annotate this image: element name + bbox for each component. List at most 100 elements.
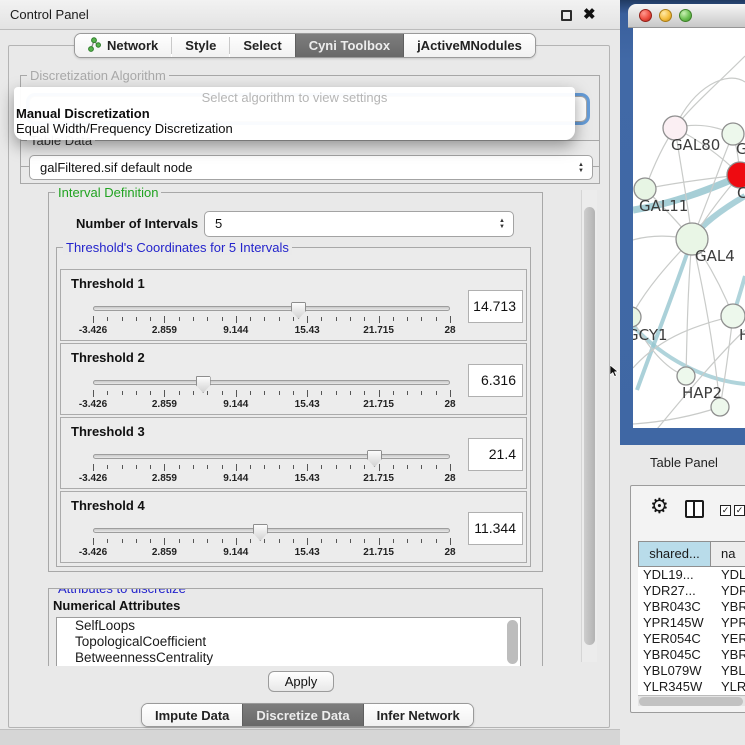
table-horizontal-scrollbar[interactable] xyxy=(638,695,745,706)
tick-mark xyxy=(450,316,451,323)
panel-title: Control Panel xyxy=(10,0,89,30)
tick-label: 9.144 xyxy=(223,325,248,336)
threshold-value-field[interactable]: 14.713 xyxy=(468,290,523,323)
tab-label: Infer Network xyxy=(377,708,460,723)
attribute-list-item[interactable]: BetweennessCentrality xyxy=(57,650,520,666)
attribute-list-item[interactable]: SelfLoops xyxy=(57,618,520,634)
tick-mark xyxy=(179,465,180,469)
cell-shared-name[interactable]: YDR27... xyxy=(638,583,711,599)
table-row[interactable]: YBR043CYBR0 xyxy=(638,599,745,615)
float-window-icon[interactable] xyxy=(561,10,572,21)
tick-mark xyxy=(450,538,451,545)
zoom-traffic-light[interactable] xyxy=(679,9,692,22)
numerical-attributes-list[interactable]: SelfLoopsTopologicalCoefficientBetweenne… xyxy=(56,617,521,666)
panel-scrollbar[interactable] xyxy=(581,190,597,662)
tab-jactivemnodules[interactable]: jActiveMNodules xyxy=(404,34,535,57)
tick-mark xyxy=(336,539,337,543)
tab-cyni-toolbox[interactable]: Cyni Toolbox xyxy=(295,34,404,57)
tick-label: 28 xyxy=(444,325,455,336)
slider-track[interactable] xyxy=(93,454,450,459)
cell-name[interactable]: YBL0 xyxy=(711,663,745,679)
threshold-value-field[interactable]: 6.316 xyxy=(468,364,523,397)
tab-label: Style xyxy=(185,38,216,53)
cell-name[interactable]: YER0 xyxy=(711,631,745,647)
list-scrollbar[interactable] xyxy=(507,620,518,664)
network-node[interactable] xyxy=(633,307,641,327)
column-header-name[interactable]: na xyxy=(711,541,745,567)
tick-mark xyxy=(222,465,223,469)
tab-select[interactable]: Select xyxy=(230,34,294,57)
attributes-to-discretize-group: Attributes to discretize Numerical Attri… xyxy=(48,588,543,666)
tick-mark xyxy=(93,538,94,545)
number-of-intervals-combobox[interactable]: 5 ▲▼ xyxy=(204,211,514,237)
table-row[interactable]: YLR345WYLR3 xyxy=(638,679,745,695)
threshold-3-slider[interactable]: -3.4262.8599.14415.4321.71528 xyxy=(93,450,450,486)
cell-name[interactable]: YDR2 xyxy=(711,583,745,599)
cell-shared-name[interactable]: YPR145W xyxy=(638,615,711,631)
cell-shared-name[interactable]: YLR345W xyxy=(638,679,711,695)
checkbox-icon[interactable]: ✓ xyxy=(720,505,731,516)
threshold-2-slider[interactable]: -3.4262.8599.14415.4321.71528 xyxy=(93,376,450,412)
network-canvas[interactable]: GAL80GACGAL11GAL4GCY1HHAP2 xyxy=(633,28,745,428)
tick-mark xyxy=(293,317,294,321)
table-header-row: shared... na xyxy=(638,541,745,567)
table-data-combobox[interactable]: galFiltered.sif default node ▲▼ xyxy=(29,155,593,180)
network-node[interactable] xyxy=(677,367,695,385)
table-row[interactable]: YDL19...YDL1 xyxy=(638,567,745,583)
minimize-traffic-light[interactable] xyxy=(659,9,672,22)
slider-track[interactable] xyxy=(93,380,450,385)
tick-mark xyxy=(279,391,280,395)
tick-mark xyxy=(379,538,380,545)
tab-discretize-data[interactable]: Discretize Data xyxy=(242,704,363,726)
tab-network[interactable]: Network xyxy=(75,34,171,57)
tick-mark xyxy=(307,390,308,397)
tab-style[interactable]: Style xyxy=(172,34,229,57)
threshold-coordinates-group: Threshold's Coordinates for 5 Intervals … xyxy=(56,247,531,567)
cell-name[interactable]: YDL1 xyxy=(711,567,745,583)
table-scrollbar-thumb[interactable] xyxy=(639,697,743,706)
checkbox-icon[interactable]: ✓ xyxy=(734,505,745,516)
attribute-list-item[interactable]: TopologicalCoefficient xyxy=(57,634,520,650)
gear-icon[interactable]: ⚙ xyxy=(650,494,669,519)
cell-shared-name[interactable]: YBL079W xyxy=(638,663,711,679)
tab-infer-network[interactable]: Infer Network xyxy=(364,704,473,726)
threshold-4-slider[interactable]: -3.4262.8599.14415.4321.71528 xyxy=(93,524,450,560)
cell-shared-name[interactable]: YBR045C xyxy=(638,647,711,663)
slider-track[interactable] xyxy=(93,528,450,533)
apply-button[interactable]: Apply xyxy=(268,671,334,692)
table-row[interactable]: YBR045CYBR0 xyxy=(638,647,745,663)
cell-name[interactable]: YBR0 xyxy=(711,599,745,615)
table-row[interactable]: YDR27...YDR2 xyxy=(638,583,745,599)
cell-shared-name[interactable]: YER054C xyxy=(638,631,711,647)
close-icon[interactable]: ✖ xyxy=(583,4,596,26)
tick-mark xyxy=(321,465,322,469)
cell-shared-name[interactable]: YDL19... xyxy=(638,567,711,583)
tab-impute-data[interactable]: Impute Data xyxy=(142,704,242,726)
cell-shared-name[interactable]: YBR043C xyxy=(638,599,711,615)
cell-name[interactable]: YPR1 xyxy=(711,615,745,631)
tick-label: 15.43 xyxy=(295,325,320,336)
cell-name[interactable]: YBR0 xyxy=(711,647,745,663)
network-node[interactable] xyxy=(721,304,745,328)
dropdown-option-manual-discretization[interactable]: Manual Discretization xyxy=(16,106,150,121)
column-header-shared-name[interactable]: shared... xyxy=(638,541,711,567)
tick-mark xyxy=(393,465,394,469)
table-row[interactable]: YBL079WYBL0 xyxy=(638,663,745,679)
tick-mark xyxy=(264,391,265,395)
table-body[interactable]: YDL19...YDL1YDR27...YDR2YBR043CYBR0YPR14… xyxy=(638,567,745,695)
tick-mark xyxy=(107,539,108,543)
dropdown-option-equal-width-frequency[interactable]: Equal Width/Frequency Discretization xyxy=(16,121,233,136)
network-node-label: C xyxy=(737,184,745,202)
threshold-value-field[interactable]: 11.344 xyxy=(468,512,523,545)
threshold-1-slider[interactable]: -3.4262.8599.14415.4321.71528 xyxy=(93,302,450,338)
threshold-1-panel: Threshold 1 -3.4262.8599.14415.4321.7152… xyxy=(60,269,527,341)
table-row[interactable]: YPR145WYPR1 xyxy=(638,615,745,631)
slider-track[interactable] xyxy=(93,306,450,311)
tick-mark xyxy=(236,538,237,545)
threshold-value-field[interactable]: 21.4 xyxy=(468,438,523,471)
close-traffic-light[interactable] xyxy=(639,9,652,22)
panel-scrollbar-thumb[interactable] xyxy=(584,207,595,645)
cell-name[interactable]: YLR3 xyxy=(711,679,745,695)
column-layout-icon[interactable] xyxy=(685,500,704,518)
table-row[interactable]: YER054CYER0 xyxy=(638,631,745,647)
